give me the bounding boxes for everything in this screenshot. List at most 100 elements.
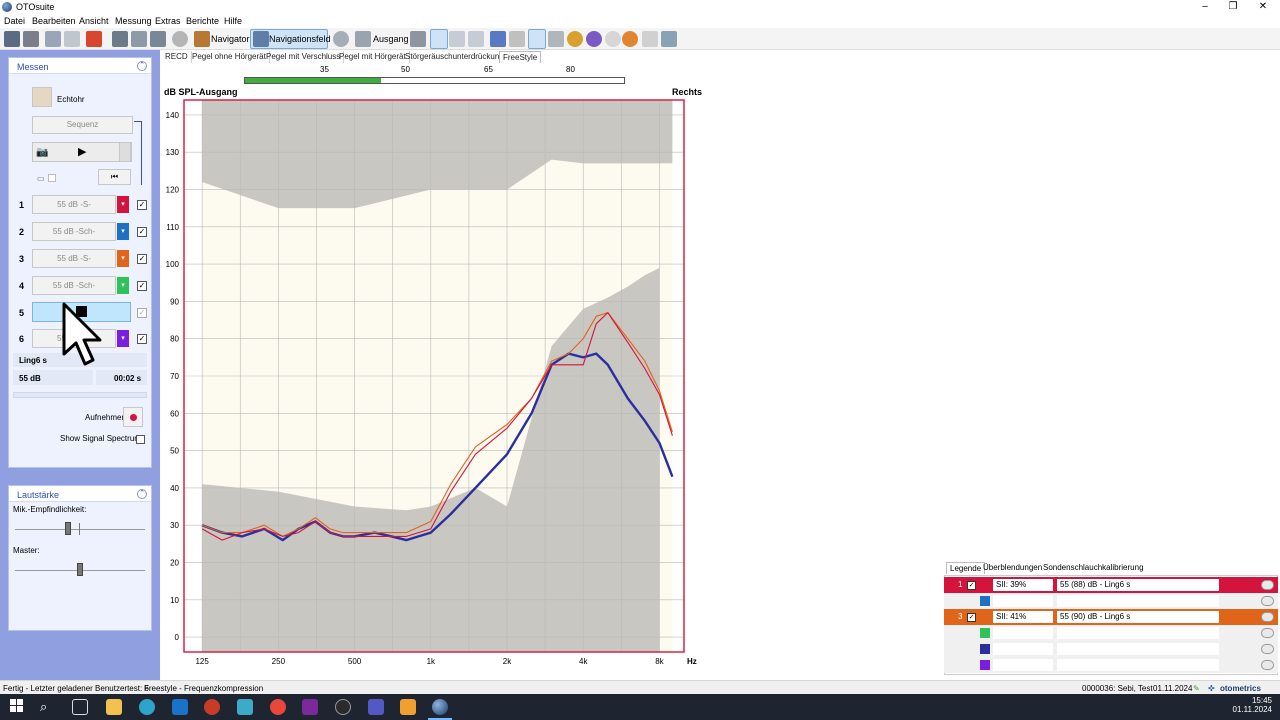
redo-icon[interactable] [64,31,80,47]
camera-icon[interactable]: 📷 [36,147,48,158]
show-spectrum-checkbox[interactable] [136,435,145,444]
mik-slider-track[interactable] [15,529,145,530]
close-button[interactable]: ✕ [1248,0,1278,14]
copy-icon[interactable] [131,31,147,47]
search-icon[interactable]: ⌕ [40,699,56,715]
menu-messung[interactable]: Messung [115,16,152,26]
report-icon[interactable] [661,31,677,47]
menu-datei[interactable]: Datei [4,16,25,26]
clock-date: 01.11.2024 [1232,705,1272,714]
legend-row[interactable]: 3 ✓ SII: 41% 55 (90) dB - Ling6 s [944,609,1278,625]
ear-probe-icon[interactable] [567,31,583,47]
tab-ueberblendungen[interactable]: Überblendungen [980,562,1045,573]
app-icon[interactable] [400,699,416,715]
view-mode-2-icon[interactable] [449,31,465,47]
stimulus-field-3[interactable]: 55 dB -S- [32,249,116,268]
stimulus-field-2[interactable]: 55 dB -Sch- [32,222,116,241]
stimulus-field-4[interactable]: 55 dB -Sch- [32,276,116,295]
menu-hilfe[interactable]: Hilfe [224,16,242,26]
settings-icon[interactable] [642,31,658,47]
color-dropdown-icon[interactable]: ▾ [117,250,129,267]
view-mode-1-button[interactable] [430,29,448,49]
output-icon[interactable] [355,31,371,47]
powerpoint-icon[interactable] [204,699,220,715]
menu-bearbeiten[interactable]: Bearbeiten [32,16,76,26]
color-dropdown-icon[interactable]: ▾ [117,330,129,347]
legend-row[interactable]: 1 ✓ SII: 39% 55 (88) dB - Ling6 s [944,577,1278,593]
edge-icon[interactable] [139,699,155,715]
teams-icon[interactable] [368,699,384,715]
color-dropdown-icon[interactable]: ▾ [117,277,129,294]
hearing-aid-icon[interactable] [605,31,621,47]
play-icon[interactable]: ▶ [78,145,86,158]
row-checkbox[interactable]: ✓ [137,308,147,318]
print-icon[interactable] [23,31,39,47]
save-icon[interactable] [4,31,20,47]
legend-row-checkbox[interactable]: ✓ [967,581,976,590]
app-icon[interactable] [335,699,351,715]
app-icon[interactable] [237,699,253,715]
speech-icon[interactable] [622,31,638,47]
eye-icon[interactable] [1261,644,1274,654]
ear-icon[interactable] [333,31,349,47]
loop-checkbox[interactable] [48,174,56,182]
skip-back-icon[interactable]: ⏮ [98,169,131,185]
legend-row[interactable] [944,641,1278,657]
legend-row[interactable] [944,593,1278,609]
tool-icon[interactable] [410,31,426,47]
row-checkbox[interactable]: ✓ [137,227,147,237]
ear-icon[interactable] [32,87,52,107]
undo-icon[interactable] [45,31,61,47]
legend-row[interactable] [944,657,1278,673]
color-icon[interactable] [586,31,602,47]
eye-icon[interactable] [1261,612,1274,622]
collapse-icon[interactable]: ⌃ [137,489,147,499]
mik-slider-handle[interactable] [65,522,71,535]
legend-row-checkbox[interactable]: ✓ [967,613,976,622]
curve-icon[interactable] [490,31,506,47]
stimulus-field-1[interactable]: 55 dB -S- [32,195,116,214]
collapse-icon[interactable]: ⌃ [137,61,147,71]
row-checkbox[interactable]: ✓ [137,334,147,344]
chrome-icon[interactable] [270,699,286,715]
navigator-icon[interactable] [194,31,210,47]
ausgang-label[interactable]: Ausgang [373,34,409,44]
play-dropdown-icon[interactable] [119,142,131,162]
minimize-button[interactable]: – [1190,0,1220,14]
help-icon[interactable] [172,31,188,47]
edit-icon[interactable] [112,31,128,47]
eye-icon[interactable] [1261,628,1274,638]
row-checkbox[interactable]: ✓ [137,200,147,210]
delete-measurement-icon[interactable] [86,31,102,47]
bars-icon[interactable] [509,31,525,47]
row-checkbox[interactable]: ✓ [137,281,147,291]
eye-icon[interactable] [1261,660,1274,670]
menu-extras[interactable]: Extras [155,16,181,26]
navigator-label[interactable]: Navigator [211,34,250,44]
view-mode-3-icon[interactable] [468,31,484,47]
menu-berichte[interactable]: Berichte [186,16,219,26]
master-slider-handle[interactable] [77,563,83,576]
windows-start-icon[interactable] [10,699,26,715]
onenote-icon[interactable] [302,699,318,715]
color-dropdown-icon[interactable]: ▾ [117,223,129,240]
color-dropdown-icon[interactable]: ▾ [117,196,129,213]
sequenz-button[interactable]: Sequenz [32,116,133,134]
y-tick-label: 100 [166,260,180,269]
loop-icon[interactable] [548,31,564,47]
outlook-icon[interactable] [172,699,188,715]
maximize-button[interactable]: ❐ [1218,0,1248,14]
otosuite-taskbar-icon[interactable] [432,699,448,715]
overlay-button[interactable] [528,29,546,49]
legend-row[interactable] [944,625,1278,641]
eye-icon[interactable] [1261,580,1274,590]
task-view-icon[interactable] [72,699,88,715]
y-tick-label: 70 [170,372,179,381]
file-explorer-icon[interactable] [106,699,122,715]
eye-icon[interactable] [1261,596,1274,606]
row-checkbox[interactable]: ✓ [137,254,147,264]
export-icon[interactable] [150,31,166,47]
menu-ansicht[interactable]: Ansicht [79,16,109,26]
status-mode: Freestyle - Frequenzkompression [144,684,264,693]
tab-sondenschlauchkalibrierung[interactable]: Sondenschlauchkalibrierung [1040,562,1147,573]
